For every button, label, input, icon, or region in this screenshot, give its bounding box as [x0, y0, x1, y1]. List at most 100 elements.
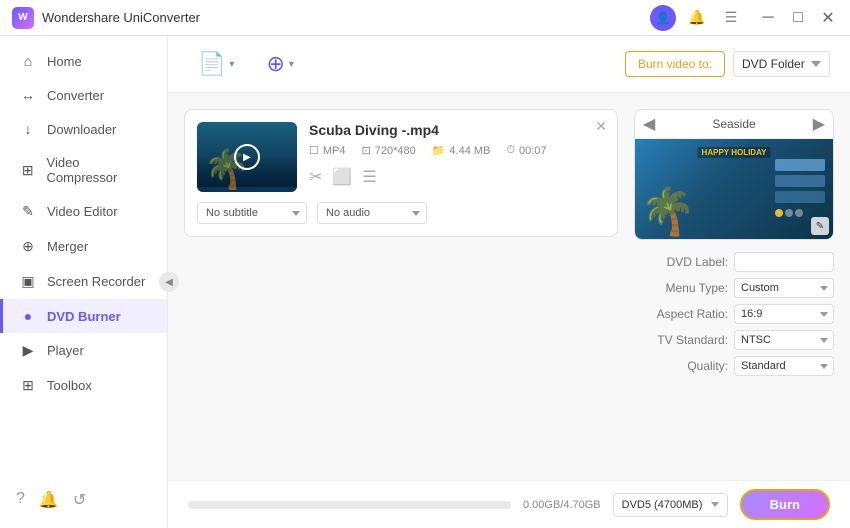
preview-next-button[interactable]: ▶: [813, 114, 825, 134]
toolbar-left: 📄 ▾ ⊕ ▾: [188, 46, 304, 82]
aspect-ratio-row: Aspect Ratio: 16:9 4:3: [634, 304, 834, 324]
aspect-ratio-select[interactable]: 16:9 4:3: [734, 304, 834, 324]
quality-row: Quality: Standard High Low: [634, 356, 834, 376]
sidebar-item-merger[interactable]: ⊕ Merger: [0, 229, 167, 264]
copy-icon[interactable]: ⬜: [332, 167, 352, 187]
home-icon: ⌂: [19, 53, 37, 69]
file-format: ☐ MP4: [309, 144, 346, 157]
menu-type-row: Menu Type: Custom None Template 1: [634, 278, 834, 298]
sidebar-item-dvd-burner[interactable]: ● DVD Burner: [0, 299, 167, 333]
bell-icon[interactable]: 🔔: [684, 5, 710, 31]
titlebar: W Wondershare UniConverter 👤 🔔 ☰ ─ □ ✕: [0, 0, 850, 36]
file-card: ✕ 🌴 ▶ Scuba Diving -.mp4 ☐: [184, 109, 618, 237]
file-size: 📁 4.44 MB: [432, 144, 491, 157]
scissors-icon[interactable]: ✂: [309, 167, 322, 187]
quality-label: Quality:: [687, 359, 728, 373]
refresh-icon[interactable]: ↺: [73, 490, 86, 510]
preview-palm-icon: 🌴: [639, 184, 696, 239]
user-icon[interactable]: 👤: [650, 5, 676, 31]
file-meta: ☐ MP4 ⊡ 720*480 📁 4.44 MB: [309, 144, 605, 157]
burn-destination-select[interactable]: DVD Folder DVD Disc ISO File: [733, 51, 830, 77]
tv-standard-row: TV Standard: NTSC PAL: [634, 330, 834, 350]
add-file-icon: 📄: [198, 51, 225, 77]
app-title: Wondershare UniConverter: [42, 10, 200, 25]
sidebar-item-downloader[interactable]: ↓ Downloader: [0, 112, 167, 146]
menu-item-2: [775, 175, 825, 187]
sidebar-label-merger: Merger: [47, 239, 88, 254]
dot-active: [775, 209, 783, 217]
video-thumbnail: 🌴 ▶: [197, 122, 297, 192]
sidebar-item-home[interactable]: ⌂ Home: [0, 44, 167, 78]
burn-button[interactable]: Burn: [740, 489, 830, 520]
tv-standard-select[interactable]: NTSC PAL: [734, 330, 834, 350]
preview-image: HAPPY HOLIDAY 🌴: [635, 139, 833, 239]
menu-options-icon[interactable]: ☰: [362, 167, 376, 187]
sidebar-item-video-editor[interactable]: ✎ Video Editor: [0, 194, 167, 229]
preview-area: ◀ Seaside ▶ HAPPY HOLIDAY 🌴: [634, 109, 834, 240]
preview-prev-button[interactable]: ◀: [643, 114, 655, 134]
audio-select[interactable]: No audio: [317, 202, 427, 224]
sidebar-item-video-compressor[interactable]: ⊞ Video Compressor: [0, 146, 167, 194]
add-file-dropdown-arrow: ▾: [229, 59, 234, 70]
play-button[interactable]: ▶: [234, 144, 260, 170]
add-file-button[interactable]: 📄 ▾: [188, 46, 244, 82]
titlebar-icons: 👤 🔔 ☰: [650, 5, 744, 31]
preview-dots: [775, 209, 825, 217]
sidebar-bottom: ? 🔔 ↺: [0, 480, 167, 520]
minimize-button[interactable]: ─: [758, 8, 778, 28]
sidebar-label-converter: Converter: [47, 88, 104, 103]
dvd-label-input[interactable]: [734, 252, 834, 272]
menu-icon[interactable]: ☰: [718, 5, 744, 31]
sidebar-item-player[interactable]: ▶ Player: [0, 333, 167, 368]
sidebar-item-screen-recorder[interactable]: ▣ Screen Recorder: [0, 264, 167, 299]
converter-icon: ↔: [19, 87, 37, 103]
dot-2: [795, 209, 803, 217]
file-resolution: ⊡ 720*480: [362, 144, 416, 157]
file-card-close-button[interactable]: ✕: [595, 118, 607, 135]
preview-title: Seaside: [712, 117, 755, 131]
sidebar-label-player: Player: [47, 343, 84, 358]
window-controls: ─ □ ✕: [758, 8, 838, 28]
file-controls: No subtitle No audio: [197, 202, 605, 224]
merger-icon: ⊕: [19, 238, 37, 255]
progress-bar-container: [188, 501, 511, 509]
resolution-icon: ⊡: [362, 144, 371, 157]
duration-icon: ⏱: [506, 144, 515, 157]
storage-info: 0.00GB/4.70GB: [523, 499, 601, 511]
sidebar-collapse-button[interactable]: ◀: [159, 272, 179, 292]
sidebar-nav: ⌂ Home ↔ Converter ↓ Downloader ⊞ Video …: [0, 44, 167, 403]
notifications-icon[interactable]: 🔔: [39, 490, 59, 510]
sidebar-label-home: Home: [47, 54, 82, 69]
player-icon: ▶: [19, 342, 37, 359]
dot-1: [785, 209, 793, 217]
holiday-text: HAPPY HOLIDAY: [698, 147, 771, 158]
sidebar-item-converter[interactable]: ↔ Converter: [0, 78, 167, 112]
size-icon: 📁: [432, 144, 446, 157]
file-duration: ⏱ 00:07: [506, 144, 546, 157]
app-body: ⌂ Home ↔ Converter ↓ Downloader ⊞ Video …: [0, 36, 850, 528]
file-panel: ✕ 🌴 ▶ Scuba Diving -.mp4 ☐: [184, 109, 618, 464]
subtitle-select[interactable]: No subtitle: [197, 202, 307, 224]
recorder-icon: ▣: [19, 273, 37, 290]
maximize-button[interactable]: □: [788, 8, 808, 28]
help-icon[interactable]: ?: [16, 490, 25, 510]
preview-nav: ◀ Seaside ▶: [635, 110, 833, 139]
tv-standard-label: TV Standard:: [657, 333, 728, 347]
add-chapter-button[interactable]: ⊕ ▾: [256, 46, 303, 82]
toolbox-icon: ⊞: [19, 377, 37, 394]
menu-type-label: Menu Type:: [666, 281, 728, 295]
menu-type-select[interactable]: Custom None Template 1: [734, 278, 834, 298]
dvd-size-select[interactable]: DVD5 (4700MB) DVD9 (8500MB): [613, 493, 728, 517]
content-area: ✕ 🌴 ▶ Scuba Diving -.mp4 ☐: [168, 93, 850, 480]
menu-item-1: [775, 159, 825, 171]
quality-select[interactable]: Standard High Low: [734, 356, 834, 376]
sidebar-label-recorder: Screen Recorder: [47, 274, 145, 289]
sidebar-item-toolbox[interactable]: ⊞ Toolbox: [0, 368, 167, 403]
close-button[interactable]: ✕: [818, 8, 838, 28]
burn-to-label: Burn video to:: [625, 51, 725, 77]
file-info: Scuba Diving -.mp4 ☐ MP4 ⊡ 720*480: [309, 122, 605, 187]
sidebar-label-compressor: Video Compressor: [47, 155, 151, 185]
sidebar-label-dvd-burner: DVD Burner: [47, 309, 121, 324]
main-content: 📄 ▾ ⊕ ▾ Burn video to: DVD Folder DVD Di…: [168, 36, 850, 528]
preview-edit-button[interactable]: ✎: [811, 217, 829, 235]
